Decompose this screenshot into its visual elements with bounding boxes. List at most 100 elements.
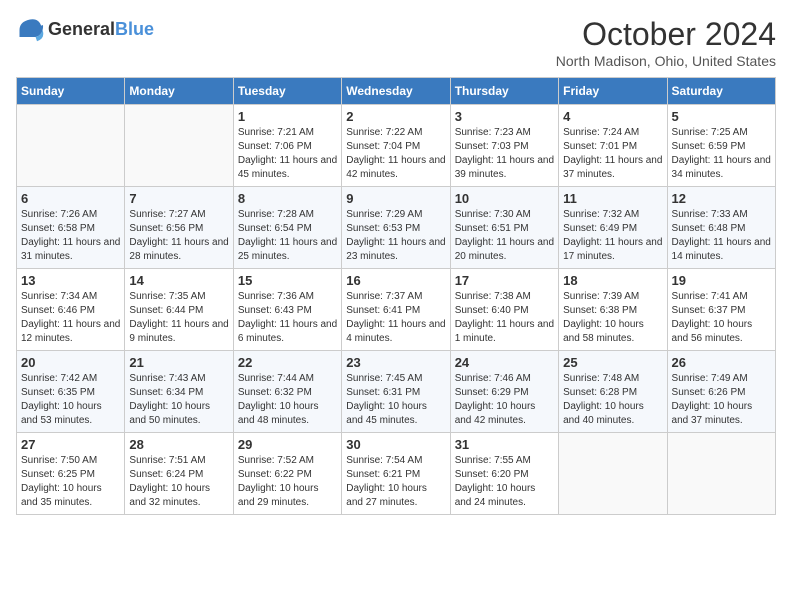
location-title: North Madison, Ohio, United States: [556, 53, 776, 69]
day-content: Sunrise: 7:36 AM Sunset: 6:43 PM Dayligh…: [238, 290, 337, 346]
day-number: 3: [455, 109, 554, 124]
day-number: 4: [563, 109, 662, 124]
day-number: 29: [238, 437, 337, 452]
day-number: 17: [455, 273, 554, 288]
week-row-5: 27Sunrise: 7:50 AM Sunset: 6:25 PM Dayli…: [17, 433, 776, 515]
week-row-3: 13 Sunrise: 7:34 AM Sunset: 6:46 PM Dayli…: [17, 269, 776, 351]
calendar-cell: 4 Sunrise: 7:24 AM Sunset: 7:01 PM Daylig…: [559, 105, 667, 187]
weekday-header-wednesday: Wednesday: [342, 78, 450, 105]
calendar-cell: 3 Sunrise: 7:23 AM Sunset: 7:03 PM Daylig…: [450, 105, 558, 187]
day-number: 6: [21, 191, 120, 206]
logo: GeneralBlue: [16, 16, 154, 44]
weekday-header-sunday: Sunday: [17, 78, 125, 105]
day-content: Sunrise: 7:34 AM Sunset: 6:46 PM Dayligh…: [21, 290, 120, 346]
calendar-cell: 18Sunrise: 7:39 AM Sunset: 6:38 PM Dayli…: [559, 269, 667, 351]
day-number: 31: [455, 437, 554, 452]
calendar-cell: 15 Sunrise: 7:36 AM Sunset: 6:43 PM Dayli…: [233, 269, 341, 351]
day-number: 15: [238, 273, 337, 288]
calendar-cell: 14Sunrise: 7:35 AM Sunset: 6:44 PM Dayli…: [125, 269, 233, 351]
calendar-cell: 10Sunrise: 7:30 AM Sunset: 6:51 PM Dayli…: [450, 187, 558, 269]
calendar-cell: 25 Sunrise: 7:48 AM Sunset: 6:28 PM Dayli…: [559, 351, 667, 433]
day-number: 25: [563, 355, 662, 370]
weekday-header-monday: Monday: [125, 78, 233, 105]
calendar-cell: 13 Sunrise: 7:34 AM Sunset: 6:46 PM Dayli…: [17, 269, 125, 351]
day-content: Sunrise: 7:23 AM Sunset: 7:03 PM Dayligh…: [455, 126, 554, 182]
calendar-cell: 11 Sunrise: 7:32 AM Sunset: 6:49 PM Dayli…: [559, 187, 667, 269]
calendar-cell: 24Sunrise: 7:46 AM Sunset: 6:29 PM Dayli…: [450, 351, 558, 433]
day-content: Sunrise: 7:39 AM Sunset: 6:38 PM Dayligh…: [563, 290, 662, 346]
day-number: 2: [346, 109, 445, 124]
calendar-cell: [17, 105, 125, 187]
calendar-cell: 28Sunrise: 7:51 AM Sunset: 6:24 PM Dayli…: [125, 433, 233, 515]
logo-blue: Blue: [115, 19, 154, 39]
calendar-cell: 1Sunrise: 7:21 AM Sunset: 7:06 PM Daylig…: [233, 105, 341, 187]
day-number: 26: [672, 355, 771, 370]
day-number: 16: [346, 273, 445, 288]
calendar-cell: [667, 433, 775, 515]
day-content: Sunrise: 7:37 AM Sunset: 6:41 PM Dayligh…: [346, 290, 445, 346]
week-row-1: 1Sunrise: 7:21 AM Sunset: 7:06 PM Daylig…: [17, 105, 776, 187]
calendar-cell: 22 Sunrise: 7:44 AM Sunset: 6:32 PM Dayli…: [233, 351, 341, 433]
day-number: 30: [346, 437, 445, 452]
day-content: Sunrise: 7:38 AM Sunset: 6:40 PM Dayligh…: [455, 290, 554, 346]
day-content: Sunrise: 7:41 AM Sunset: 6:37 PM Dayligh…: [672, 290, 771, 346]
title-area: October 2024 North Madison, Ohio, United…: [556, 16, 776, 69]
day-content: Sunrise: 7:45 AM Sunset: 6:31 PM Dayligh…: [346, 372, 445, 428]
day-number: 13: [21, 273, 120, 288]
calendar-cell: 12Sunrise: 7:33 AM Sunset: 6:48 PM Dayli…: [667, 187, 775, 269]
day-number: 20: [21, 355, 120, 370]
calendar-cell: 19 Sunrise: 7:41 AM Sunset: 6:37 PM Dayli…: [667, 269, 775, 351]
day-number: 14: [129, 273, 228, 288]
calendar-cell: 29Sunrise: 7:52 AM Sunset: 6:22 PM Dayli…: [233, 433, 341, 515]
calendar-cell: 8 Sunrise: 7:28 AM Sunset: 6:54 PM Daylig…: [233, 187, 341, 269]
day-content: Sunrise: 7:46 AM Sunset: 6:29 PM Dayligh…: [455, 372, 554, 428]
day-content: Sunrise: 7:44 AM Sunset: 6:32 PM Dayligh…: [238, 372, 337, 428]
logo-icon: [16, 16, 44, 44]
calendar-cell: 21Sunrise: 7:43 AM Sunset: 6:34 PM Dayli…: [125, 351, 233, 433]
weekday-header-tuesday: Tuesday: [233, 78, 341, 105]
day-number: 11: [563, 191, 662, 206]
day-content: Sunrise: 7:29 AM Sunset: 6:53 PM Dayligh…: [346, 208, 445, 264]
day-number: 22: [238, 355, 337, 370]
day-content: Sunrise: 7:24 AM Sunset: 7:01 PM Dayligh…: [563, 126, 662, 182]
calendar-cell: 7Sunrise: 7:27 AM Sunset: 6:56 PM Daylig…: [125, 187, 233, 269]
calendar-cell: 23 Sunrise: 7:45 AM Sunset: 6:31 PM Dayli…: [342, 351, 450, 433]
day-number: 10: [455, 191, 554, 206]
day-number: 19: [672, 273, 771, 288]
day-content: Sunrise: 7:48 AM Sunset: 6:28 PM Dayligh…: [563, 372, 662, 428]
calendar-cell: 5Sunrise: 7:25 AM Sunset: 6:59 PM Daylig…: [667, 105, 775, 187]
calendar-cell: 2 Sunrise: 7:22 AM Sunset: 7:04 PM Daylig…: [342, 105, 450, 187]
day-number: 23: [346, 355, 445, 370]
day-content: Sunrise: 7:28 AM Sunset: 6:54 PM Dayligh…: [238, 208, 337, 264]
day-content: Sunrise: 7:51 AM Sunset: 6:24 PM Dayligh…: [129, 454, 228, 510]
day-number: 9: [346, 191, 445, 206]
week-row-2: 6 Sunrise: 7:26 AM Sunset: 6:58 PM Daylig…: [17, 187, 776, 269]
calendar-cell: [559, 433, 667, 515]
day-content: Sunrise: 7:27 AM Sunset: 6:56 PM Dayligh…: [129, 208, 228, 264]
calendar-cell: 31 Sunrise: 7:55 AM Sunset: 6:20 PM Dayli…: [450, 433, 558, 515]
calendar-cell: 30 Sunrise: 7:54 AM Sunset: 6:21 PM Dayli…: [342, 433, 450, 515]
day-content: Sunrise: 7:32 AM Sunset: 6:49 PM Dayligh…: [563, 208, 662, 264]
calendar-cell: 20 Sunrise: 7:42 AM Sunset: 6:35 PM Dayli…: [17, 351, 125, 433]
day-number: 12: [672, 191, 771, 206]
day-content: Sunrise: 7:22 AM Sunset: 7:04 PM Dayligh…: [346, 126, 445, 182]
day-content: Sunrise: 7:54 AM Sunset: 6:21 PM Dayligh…: [346, 454, 445, 510]
day-number: 8: [238, 191, 337, 206]
calendar-table: SundayMondayTuesdayWednesdayThursdayFrid…: [16, 77, 776, 515]
day-number: 27: [21, 437, 120, 452]
day-content: Sunrise: 7:49 AM Sunset: 6:26 PM Dayligh…: [672, 372, 771, 428]
weekday-header-thursday: Thursday: [450, 78, 558, 105]
day-number: 1: [238, 109, 337, 124]
day-content: Sunrise: 7:55 AM Sunset: 6:20 PM Dayligh…: [455, 454, 554, 510]
calendar-cell: 6 Sunrise: 7:26 AM Sunset: 6:58 PM Daylig…: [17, 187, 125, 269]
calendar-cell: 16 Sunrise: 7:37 AM Sunset: 6:41 PM Dayli…: [342, 269, 450, 351]
page-header: GeneralBlue October 2024 North Madison, …: [16, 16, 776, 69]
weekday-header-friday: Friday: [559, 78, 667, 105]
calendar-cell: 17 Sunrise: 7:38 AM Sunset: 6:40 PM Dayli…: [450, 269, 558, 351]
day-content: Sunrise: 7:26 AM Sunset: 6:58 PM Dayligh…: [21, 208, 120, 264]
calendar-cell: 26 Sunrise: 7:49 AM Sunset: 6:26 PM Dayli…: [667, 351, 775, 433]
logo-general: General: [48, 19, 115, 39]
day-content: Sunrise: 7:43 AM Sunset: 6:34 PM Dayligh…: [129, 372, 228, 428]
day-content: Sunrise: 7:42 AM Sunset: 6:35 PM Dayligh…: [21, 372, 120, 428]
calendar-body: 1Sunrise: 7:21 AM Sunset: 7:06 PM Daylig…: [17, 105, 776, 515]
